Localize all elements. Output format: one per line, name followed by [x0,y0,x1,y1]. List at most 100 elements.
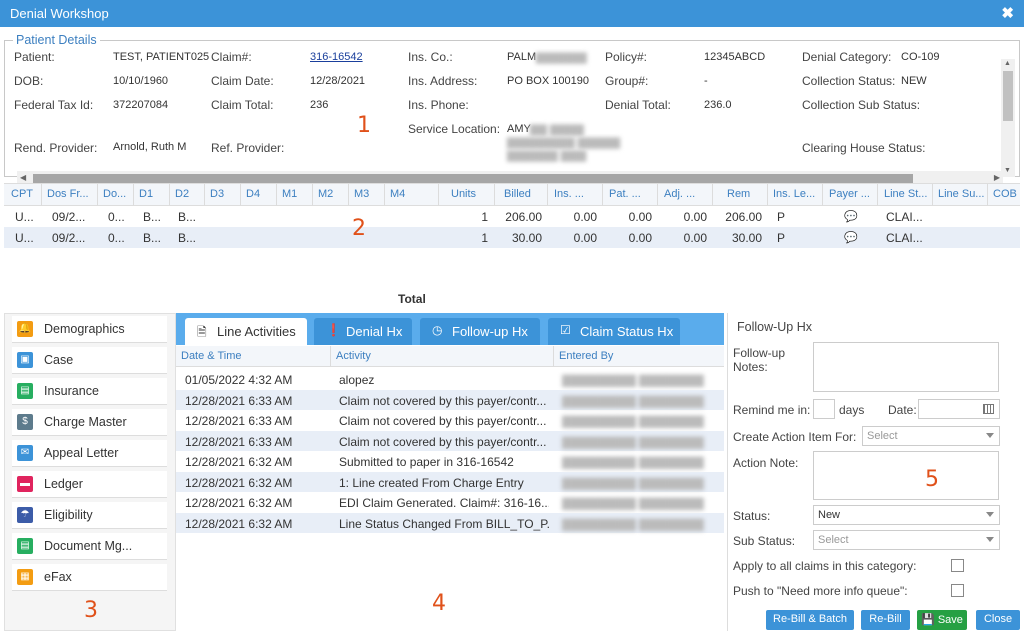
clock-icon: ◷ [432,323,443,337]
col-dos-from[interactable]: Dos Fr... [47,188,89,200]
cell-d1: B... [143,210,162,224]
activity-row[interactable]: 01/05/2022 4:32 AM alopez ▇▇▇▇▇▇▇▇ ▇▇▇▇▇▇▇ [176,369,724,389]
denial-total-value: 236.0 [704,99,732,111]
follow-up-notes-textarea[interactable] [813,342,999,392]
col-adj[interactable]: Adj. ... [664,188,706,200]
follow-up-panel: Follow-Up Hx Follow-up Notes: Remind me … [727,313,1024,631]
col-d4[interactable]: D4 [246,188,260,200]
activity-description: 1: Line created From Charge Entry [339,475,524,490]
sidebar-item-charge-master[interactable]: $ Charge Master [12,409,167,436]
sidebar-item-insurance[interactable]: ▤ Insurance [12,378,167,405]
remind-days-input[interactable] [813,399,835,419]
scroll-down-icon[interactable]: ▼ [1004,167,1011,174]
window-title: Denial Workshop [10,6,109,21]
col-payer[interactable]: Payer ... [829,188,875,200]
col-pat-paid[interactable]: Pat. ... [609,188,651,200]
sidebar-item-eligibility[interactable]: ☂ Eligibility [12,502,167,529]
col-d1[interactable]: D1 [139,188,153,200]
calendar-icon[interactable] [983,404,994,414]
group-label: Group#: [605,74,649,88]
tab-follow-up-hx[interactable]: ◷ Follow-up Hx [420,318,540,345]
sub-status-selected: Select [818,534,849,546]
col-m3[interactable]: M3 [354,188,369,200]
claim-link[interactable]: 316-16542 [310,51,363,63]
create-action-label: Create Action Item For: [733,430,857,444]
close-button[interactable]: Close [976,610,1020,630]
charge-row[interactable]: U... 09/2... 0... B... B... 1 30.00 0.00… [4,227,1020,248]
activity-datetime: 12/28/2021 6:33 AM [185,393,293,408]
action-note-textarea[interactable] [813,451,999,500]
sidebar-item-ledger[interactable]: ▬ Ledger [12,471,167,498]
sidebar-item-label: Ledger [44,477,83,491]
col-m4[interactable]: M4 [390,188,405,200]
sidebar-item-label: Charge Master [44,415,127,429]
col-dos-to[interactable]: Do... [103,188,131,200]
activity-datetime: 12/28/2021 6:33 AM [185,434,293,449]
col-cob[interactable]: COB [993,188,1017,200]
col-date-time[interactable]: Date & Time [181,350,242,362]
activity-row[interactable]: 12/28/2021 6:32 AM Line Status Changed Fr… [176,512,724,533]
activity-row[interactable]: 12/28/2021 6:33 AM Claim not covered by t… [176,410,724,430]
save-button[interactable]: 💾 Save [917,610,967,630]
col-units[interactable]: Units [451,188,476,200]
cell-d2: B... [178,231,197,245]
push-need-info-checkbox[interactable] [951,584,964,597]
col-activity[interactable]: Activity [336,350,371,362]
vertical-scroll-thumb[interactable] [1003,71,1013,121]
dob-value: 10/10/1960 [113,75,169,87]
activity-row[interactable]: 12/28/2021 6:32 AM 1: Line created From C… [176,471,724,492]
sidebar-item-case[interactable]: ▣ Case [12,347,167,374]
status-select[interactable]: New [813,505,1000,525]
service-location-redacted-1: ▇▇ ▇▇▇▇ [530,124,584,136]
activity-row[interactable]: 12/28/2021 6:33 AM Claim not covered by t… [176,430,724,451]
rebill-batch-button[interactable]: Re-Bill & Batch [766,610,854,630]
sub-status-select[interactable]: Select [813,530,1000,550]
activity-row[interactable]: 12/28/2021 6:32 AM EDI Claim Generated. C… [176,492,724,512]
col-ins-level[interactable]: Ins. Le... [773,188,819,200]
sidebar-item-efax[interactable]: ▦ eFax [12,564,167,591]
col-cpt[interactable]: CPT [11,188,41,200]
vertical-scrollbar[interactable]: ▲ ▼ [1001,59,1015,177]
denial-total-label: Denial Total: [605,98,671,112]
sidebar-item-document-mgmt[interactable]: ▤ Document Mg... [12,533,167,560]
ledger-icon: ▬ [17,476,33,492]
col-ins-paid[interactable]: Ins. ... [554,188,596,200]
claim-date-label: Claim Date: [211,74,274,88]
document-icon: ▤ [17,538,33,554]
comment-icon[interactable]: 💬 [844,231,858,244]
activity-description: EDI Claim Generated. Claim#: 316-16... [339,496,549,510]
bell-icon: 🔔 [17,321,33,337]
apply-all-checkbox[interactable] [951,559,964,572]
col-d3[interactable]: D3 [210,188,224,200]
col-entered-by[interactable]: Entered By [559,350,613,362]
col-d2[interactable]: D2 [175,188,189,200]
tab-denial-hx[interactable]: ❗ Denial Hx [314,318,412,345]
sidebar-item-demographics[interactable]: 🔔 Demographics [12,316,167,343]
activity-row[interactable]: 12/28/2021 6:32 AM Submitted to paper in … [176,451,724,471]
col-m2[interactable]: M2 [318,188,333,200]
charge-row[interactable]: U... 09/2... 0... B... B... 1 206.00 0.0… [4,206,1020,227]
save-label: Save [937,614,963,626]
comment-icon[interactable]: 💬 [844,210,858,223]
col-line-sub-status[interactable]: Line Su... [938,188,988,200]
marker-5: 5 [925,467,939,492]
scroll-up-icon[interactable]: ▲ [1004,60,1011,67]
date-label: Date: [888,403,917,417]
scroll-right-icon[interactable]: ▶ [994,173,1000,182]
scroll-left-icon[interactable]: ◀ [20,173,26,182]
col-rem[interactable]: Rem [727,188,750,200]
fax-icon: ▦ [17,569,33,585]
col-billed[interactable]: Billed [504,188,531,200]
dollar-icon: $ [17,414,33,430]
tab-claim-status-hx[interactable]: ☑ Claim Status Hx [548,318,680,345]
activity-row[interactable]: 12/28/2021 6:33 AM Claim not covered by t… [176,389,724,410]
activity-description: Claim not covered by this payer/contr... [339,393,547,408]
create-action-select[interactable]: Select [862,426,1000,446]
date-input[interactable] [918,399,1000,419]
col-m1[interactable]: M1 [282,188,297,200]
col-line-status[interactable]: Line St... [884,188,932,200]
tab-line-activities[interactable]: 🗎 Line Activities [185,318,307,345]
sidebar-item-appeal-letter[interactable]: ✉ Appeal Letter [12,440,167,467]
close-icon[interactable]: ✖ [1001,4,1014,22]
rebill-button[interactable]: Re-Bill [861,610,910,630]
